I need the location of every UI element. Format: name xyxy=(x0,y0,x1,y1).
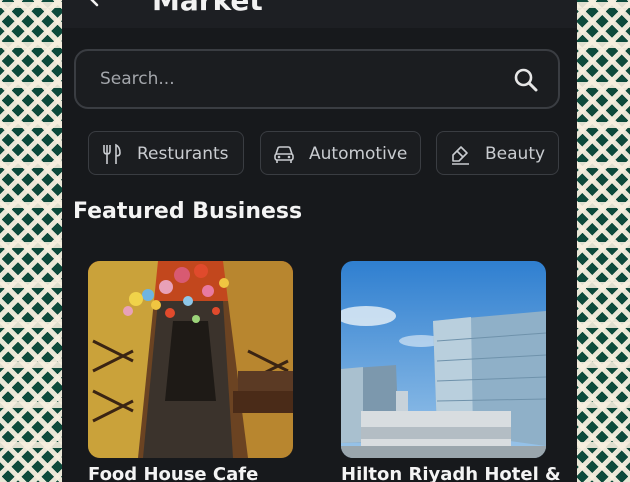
hotel-building-image[interactable] xyxy=(341,261,546,458)
brush-icon xyxy=(452,146,469,165)
category-chip-restaurants[interactable]: Resturants xyxy=(88,131,244,175)
top-bar: Market xyxy=(62,0,577,28)
car-icon xyxy=(274,146,294,163)
business-name[interactable]: Food House Cafe xyxy=(88,464,258,482)
business-card[interactable]: Hilton Riyadh Hotel & xyxy=(341,261,561,482)
app-panel: Market Search... Resturants Automotive B… xyxy=(62,0,577,482)
restaurant-interior-image[interactable] xyxy=(88,261,293,458)
featured-title: Featured Business xyxy=(73,199,303,224)
category-label: Resturants xyxy=(137,144,229,164)
business-name[interactable]: Hilton Riyadh Hotel & xyxy=(341,464,561,482)
category-chip-automotive[interactable]: Automotive xyxy=(260,131,421,175)
category-label: Automotive xyxy=(309,144,408,164)
business-card[interactable]: Food House Cafe xyxy=(88,261,293,482)
page-title: Market xyxy=(152,0,263,17)
category-label: Beauty xyxy=(485,144,546,164)
category-chip-beauty[interactable]: Beauty xyxy=(436,131,559,175)
utensils-icon xyxy=(103,143,121,164)
search-input[interactable]: Search... xyxy=(100,69,175,89)
back-arrow-icon[interactable] xyxy=(82,0,106,10)
search-icon[interactable] xyxy=(512,66,540,94)
search-bar[interactable]: Search... xyxy=(74,49,560,109)
